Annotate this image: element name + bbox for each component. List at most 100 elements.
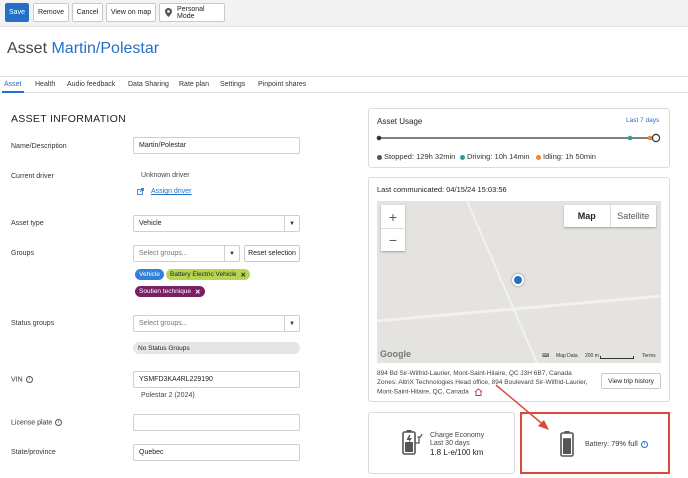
active-tab-indicator [2,91,24,93]
tab-bar: Asset Health Audio feedback Data Sharing… [0,76,688,93]
save-button[interactable]: Save [5,3,29,22]
toolbar: Save Remove Cancel View on map Personal … [0,0,688,27]
current-driver-label: Current driver [11,173,54,180]
map-view[interactable]: + − Map Satellite Google ⌨ Map Data 200 … [377,201,661,363]
group-chip-label: Battery Electric Vehicle [170,271,237,278]
map-terms-link[interactable]: Terms [642,353,656,359]
groups-placeholder: Select groups... [139,250,188,257]
remove-button[interactable]: Remove [33,3,69,22]
chevron-down-icon[interactable]: ▼ [284,316,299,331]
map-type-control: Map Satellite [564,205,656,227]
stopped-dot-icon [377,154,382,160]
tab-pinpoint-shares[interactable]: Pinpoint shares [258,81,306,88]
tab-rate-plan[interactable]: Rate plan [179,81,209,88]
assign-driver-row: Assign driver [137,188,191,195]
battery-icon [560,431,574,457]
map-type-satellite[interactable]: Satellite [609,205,657,227]
vin-label-text: VIN [11,376,23,384]
state-field[interactable]: Quebec [133,444,300,461]
view-trip-history-button[interactable]: View trip history [601,373,661,389]
tab-asset[interactable]: Asset [4,81,22,88]
charge-economy-period: Last 30 days [430,440,470,447]
state-label: State/province [11,449,56,456]
no-status-groups: No Status Groups [133,342,300,354]
info-icon[interactable]: i [640,440,648,448]
groups-select[interactable]: Select groups... ▼ [133,245,240,262]
page-title-prefix: Asset [7,40,48,57]
chevron-down-icon[interactable]: ▼ [224,246,239,261]
zones-line-2-text: Mont-Saint-Hilaire, QC, Canada [377,388,469,396]
timeline-end-handle[interactable] [651,133,661,143]
asset-type-select[interactable]: Vehicle ▼ [133,215,300,232]
vehicle-location-marker[interactable] [512,274,524,286]
keyboard-icon[interactable]: ⌨ [542,353,549,359]
usage-timeline [376,133,661,143]
vin-field[interactable]: YSMFD3KA4RL229190 [133,371,300,388]
info-icon[interactable]: i [25,376,33,383]
close-icon[interactable]: ✕ [195,288,200,296]
info-icon[interactable]: i [55,419,63,426]
driving-value: 10h 14min [494,152,530,161]
map-data-link[interactable]: Map Data [556,353,578,359]
view-on-map-button[interactable]: View on map [106,3,156,22]
address-line: 894 Bd Sir-Wilfrid-Laurier, Mont-Saint-H… [377,370,572,377]
map-zoom-control: + − [381,205,405,251]
section-title: ASSET INFORMATION [11,113,126,125]
personal-mode-button[interactable]: Personal Mode [159,3,225,22]
home-zone-icon [474,388,482,396]
asset-type-label: Asset type [11,220,44,227]
group-chip-bev: Battery Electric Vehicle ✕ [166,269,250,280]
annotation-arrow [495,384,549,430]
name-field[interactable]: Martin/Polestar [133,137,300,154]
status-groups-label: Status groups [11,320,55,327]
status-groups-select[interactable]: Select groups... ▼ [133,315,300,332]
page-title: Asset Martin/Polestar [7,40,159,58]
stopped-value: 129h 32min [416,152,456,161]
vin-decoded: Polestar 2 (2024) [141,392,195,399]
zoom-in-button[interactable]: + [381,205,405,228]
zones-line-2: Mont-Saint-Hilaire, QC, Canada [377,388,483,396]
battery-label: Battery: [585,441,610,448]
legend-driving: Driving: 10h 14min [460,152,530,161]
charge-economy-value: 1.8 L-e/100 km [430,448,484,457]
idling-value: 1h 50min [565,152,596,161]
zoom-out-button[interactable]: − [381,228,405,251]
map-pin-icon [165,8,172,17]
tab-audio-feedback[interactable]: Audio feedback [67,81,115,88]
battery-status: Battery: 79% full i [585,439,648,448]
reset-selection-button[interactable]: Reset selection [244,245,300,262]
legend-idling: Idling: 1h 50min [536,152,596,161]
map-scale: 200 m [585,353,599,359]
tab-health[interactable]: Health [35,81,55,88]
tab-data-sharing[interactable]: Data Sharing [128,81,169,88]
timeline-idling-dot [647,135,653,141]
license-plate-label: License plate i [11,419,63,427]
asset-usage-range[interactable]: Last 7 days [626,117,659,124]
vin-label: VIN i [11,376,33,383]
map-type-map[interactable]: Map [564,205,610,227]
chevron-down-icon[interactable]: ▼ [284,216,299,231]
stopped-label: Stopped: [384,152,415,161]
idling-dot-icon [536,154,541,160]
external-link-icon [137,188,144,195]
license-plate-field[interactable] [133,414,300,431]
zones-line-1: Zones: AltriX Technologies Head office, … [377,379,588,386]
cancel-button[interactable]: Cancel [72,3,103,22]
timeline-driving-dot [627,135,633,141]
license-plate-label-text: License plate [11,419,53,427]
asset-type-value: Vehicle [139,220,162,227]
status-groups-placeholder: Select groups... [139,320,188,327]
current-driver-value: Unknown driver [141,172,190,179]
tab-settings[interactable]: Settings [220,81,245,88]
groups-label: Groups [11,250,34,257]
battery-value: 79% full [611,439,638,448]
assign-driver-link[interactable]: Assign driver [151,188,191,195]
timeline-start-dot [376,135,382,141]
map-scale-bar [600,356,634,359]
close-icon[interactable]: ✕ [240,271,245,279]
battery-charge-icon [402,430,423,455]
group-chip-vehicle: Vehicle [135,269,164,280]
personal-mode-label: Personal Mode [176,5,205,20]
legend-stopped: Stopped: 129h 32min [377,152,455,161]
battery-level-fill [563,438,571,454]
